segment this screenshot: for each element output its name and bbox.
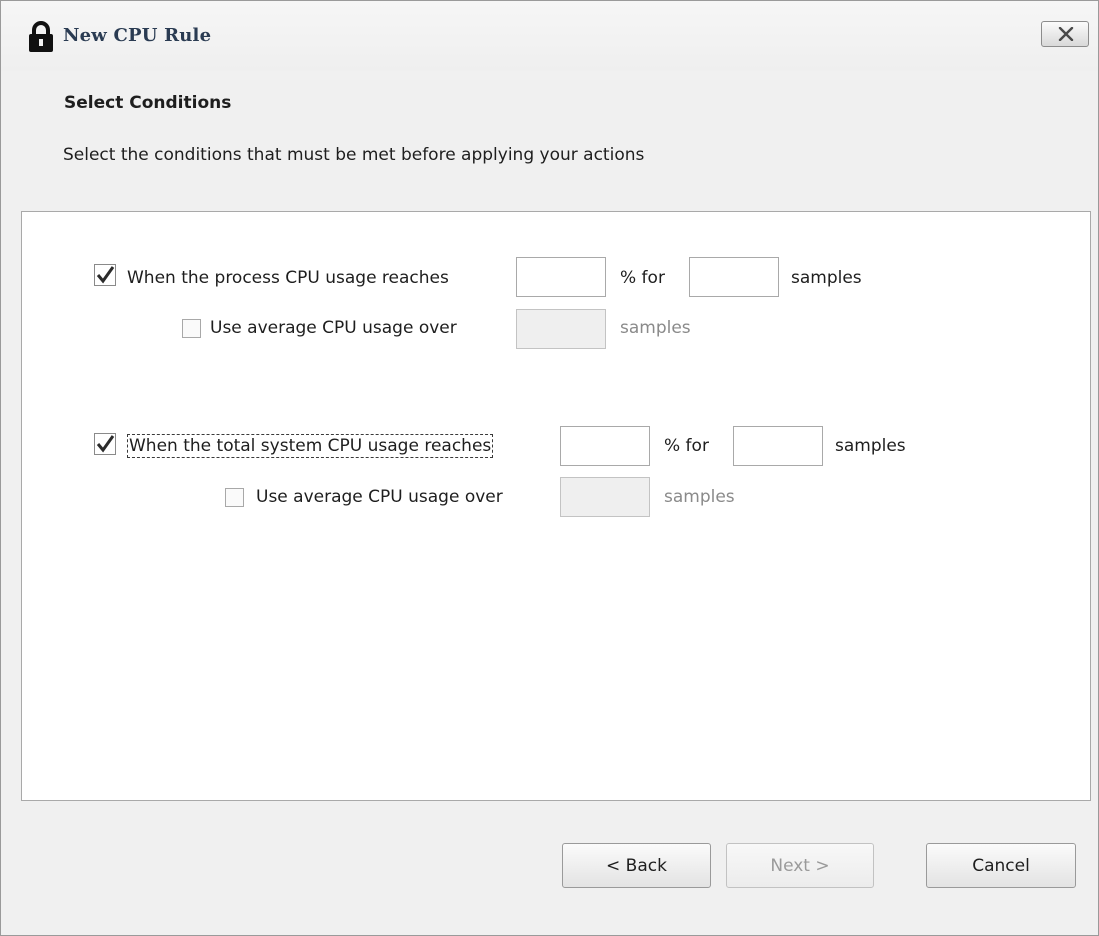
process-average-checkbox[interactable] bbox=[182, 319, 201, 338]
process-samples-suffix: samples bbox=[791, 268, 862, 288]
system-average-suffix: samples bbox=[664, 487, 735, 507]
cancel-button[interactable]: Cancel bbox=[926, 843, 1076, 888]
process-average-input[interactable] bbox=[516, 309, 606, 349]
system-average-input[interactable] bbox=[560, 477, 650, 517]
system-samples-input[interactable] bbox=[733, 426, 823, 466]
system-condition-checkbox[interactable] bbox=[94, 433, 116, 455]
title-bar: New CPU Rule bbox=[1, 1, 1098, 71]
system-percent-suffix: % for bbox=[664, 436, 709, 456]
close-button[interactable] bbox=[1041, 21, 1089, 47]
lock-icon bbox=[29, 21, 53, 52]
conditions-panel: When the process CPU usage reaches % for… bbox=[21, 211, 1091, 801]
dialog-window: New CPU Rule Select Conditions Select th… bbox=[0, 0, 1099, 936]
next-button[interactable]: Next > bbox=[726, 843, 874, 888]
system-condition-label[interactable]: When the total system CPU usage reaches bbox=[126, 434, 494, 458]
process-condition-checkbox[interactable] bbox=[94, 264, 116, 286]
process-samples-input[interactable] bbox=[689, 257, 779, 297]
process-average-label[interactable]: Use average CPU usage over bbox=[210, 318, 457, 338]
system-average-label[interactable]: Use average CPU usage over bbox=[256, 487, 503, 507]
process-percent-input[interactable] bbox=[516, 257, 606, 297]
system-samples-suffix: samples bbox=[835, 436, 906, 456]
process-condition-label[interactable]: When the process CPU usage reaches bbox=[127, 268, 449, 288]
system-average-checkbox[interactable] bbox=[225, 488, 244, 507]
process-average-suffix: samples bbox=[620, 318, 691, 338]
back-button[interactable]: < Back bbox=[562, 843, 711, 888]
page-heading: Select Conditions bbox=[64, 93, 232, 113]
close-icon bbox=[1058, 27, 1074, 41]
page-description: Select the conditions that must be met b… bbox=[63, 145, 645, 165]
window-title: New CPU Rule bbox=[63, 25, 212, 46]
process-percent-suffix: % for bbox=[620, 268, 665, 288]
system-percent-input[interactable] bbox=[560, 426, 650, 466]
